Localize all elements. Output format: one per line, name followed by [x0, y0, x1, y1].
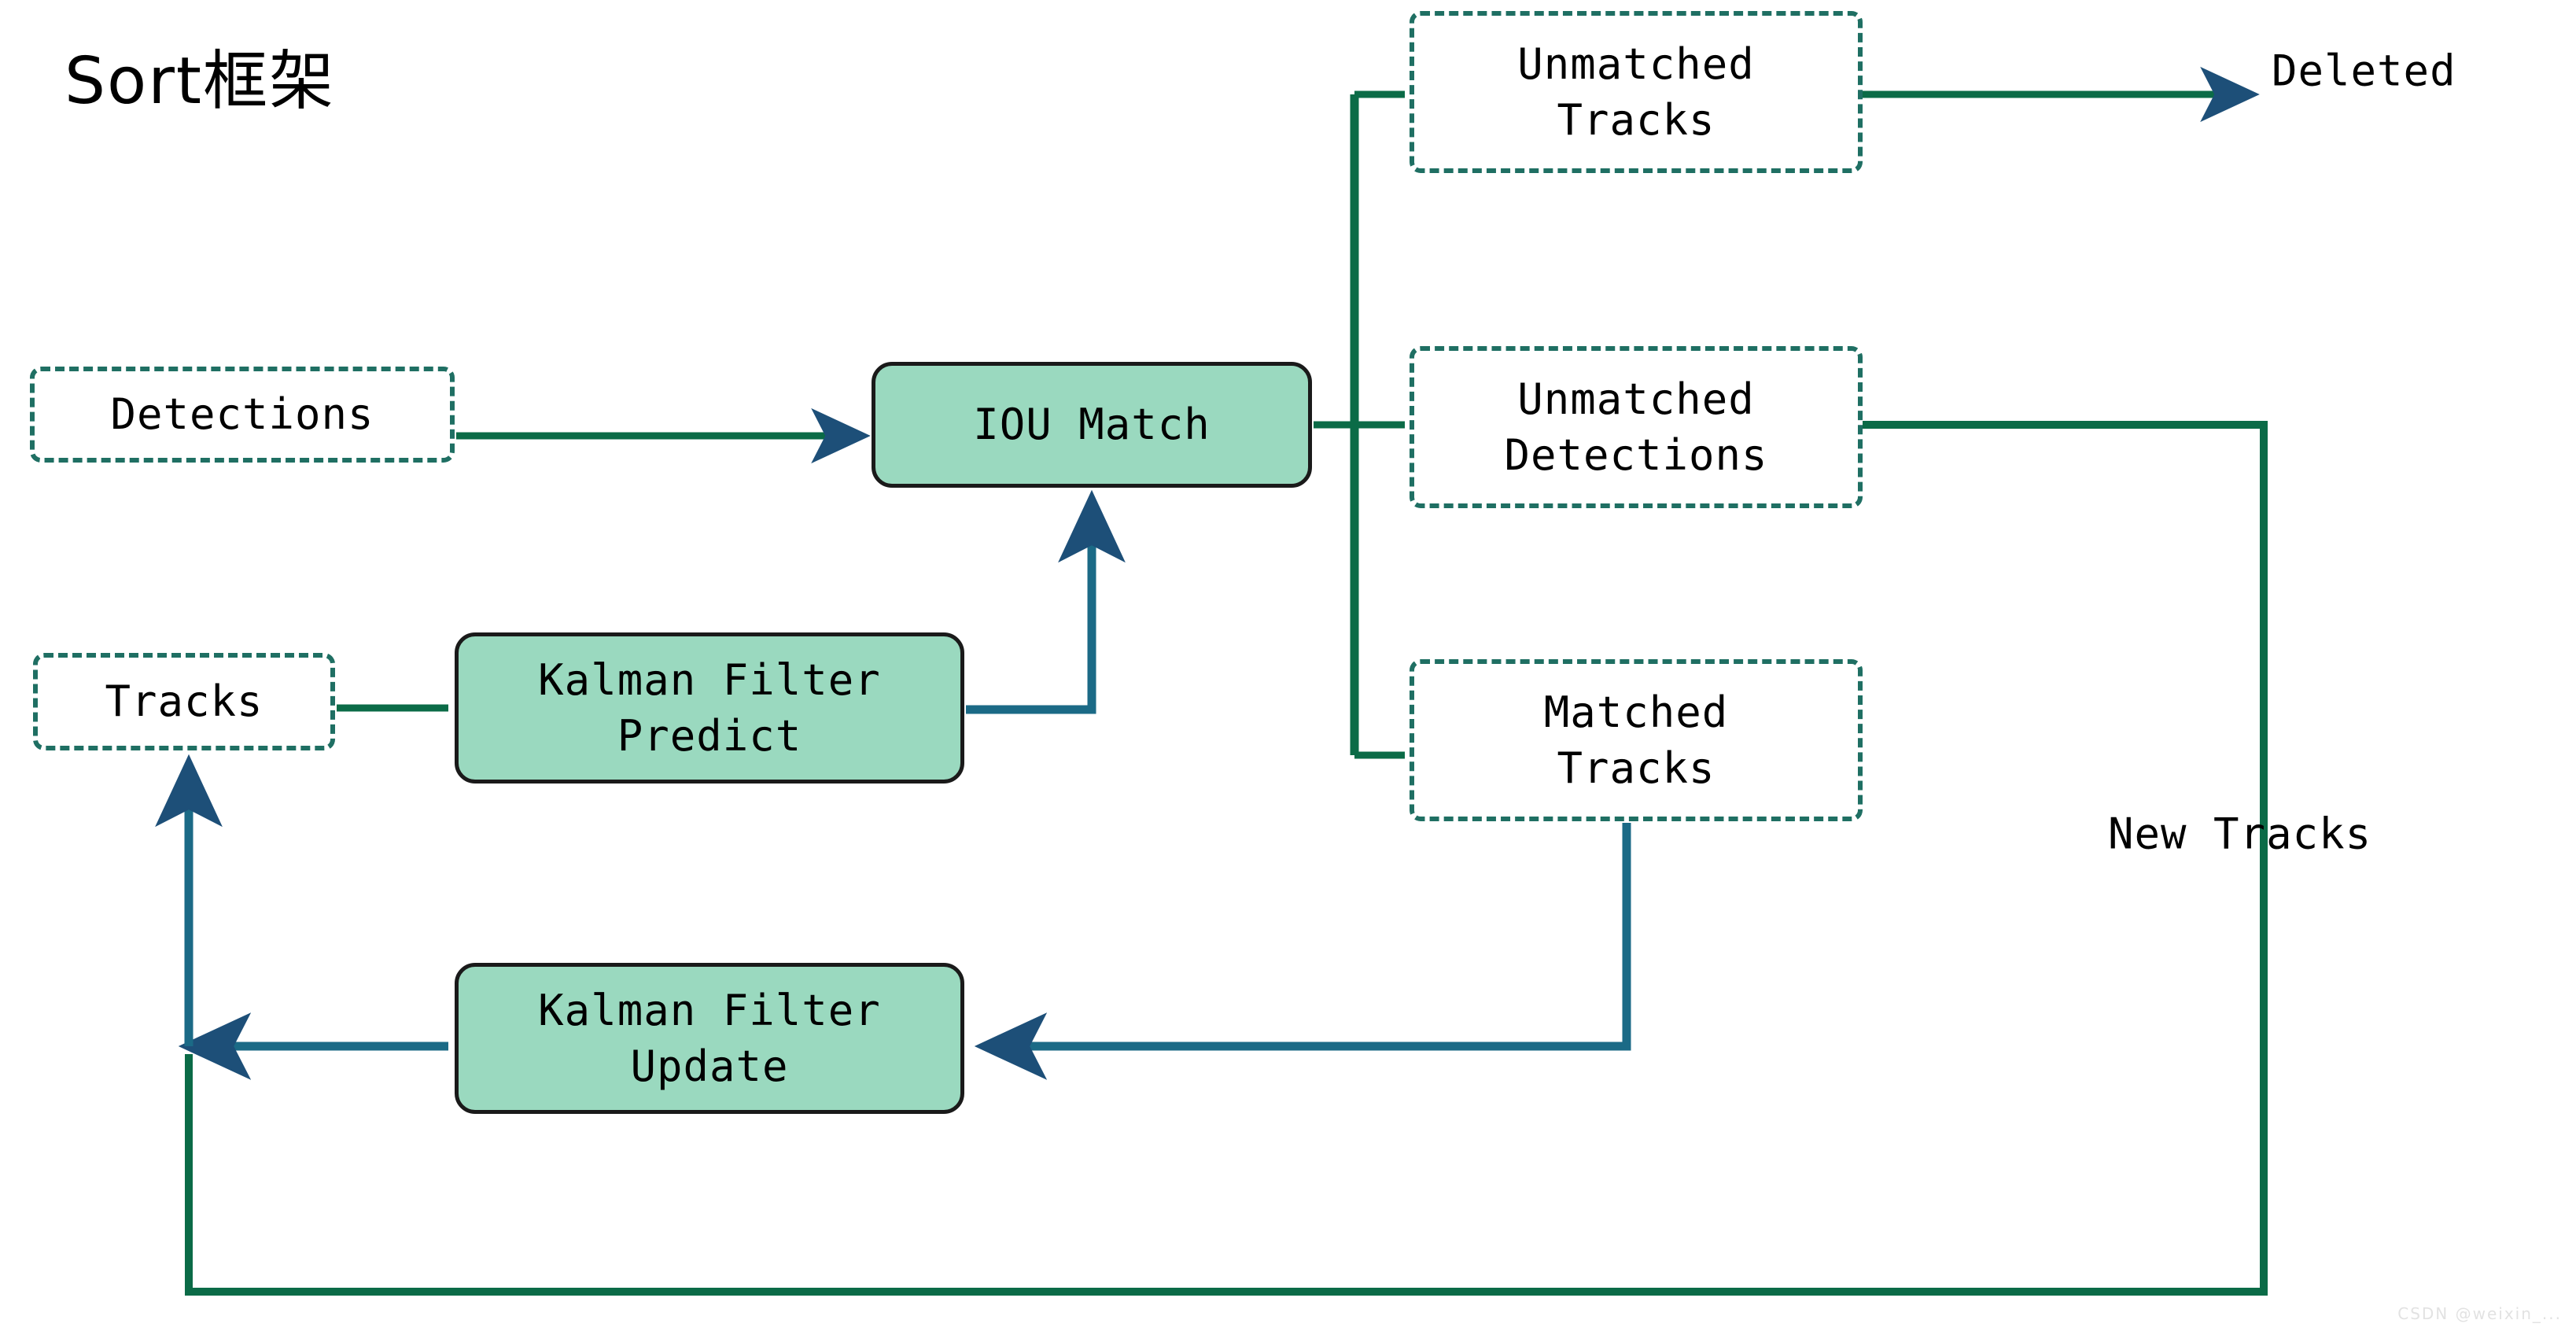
node-tracks-label: Tracks	[105, 677, 263, 727]
node-kalman-update-label: Kalman Filter Update	[538, 985, 881, 1091]
label-new-tracks: New Tracks	[2108, 809, 2371, 859]
edge-predict-to-iou	[966, 489, 1126, 714]
node-kalman-predict[interactable]: Kalman Filter Predict	[455, 632, 964, 783]
node-iou-match[interactable]: IOU Match	[872, 362, 1312, 488]
node-matched-tracks[interactable]: Matched Tracks	[1410, 659, 1863, 821]
watermark: CSDN @weixin_...	[2397, 1304, 2562, 1323]
edge-unmatched-detections-to-new-tracks	[185, 421, 2268, 1296]
node-unmatched-tracks-label: Unmatched Tracks	[1517, 39, 1755, 145]
label-deleted: Deleted	[2272, 46, 2456, 96]
node-kalman-update[interactable]: Kalman Filter Update	[455, 963, 964, 1114]
node-unmatched-detections-label: Unmatched Detections	[1504, 374, 1768, 480]
label-deleted-text: Deleted	[2272, 46, 2456, 96]
node-unmatched-tracks[interactable]: Unmatched Tracks	[1410, 11, 1863, 173]
node-kalman-predict-label: Kalman Filter Predict	[538, 654, 881, 761]
node-detections[interactable]: Detections	[30, 367, 455, 463]
node-tracks[interactable]: Tracks	[33, 653, 335, 750]
label-new-tracks-text: New Tracks	[2108, 809, 2372, 859]
node-unmatched-detections[interactable]: Unmatched Detections	[1410, 346, 1863, 508]
diagram-edges	[155, 66, 2268, 1296]
edge-matched-tracks-to-update	[974, 823, 1631, 1080]
node-matched-tracks-label: Matched Tracks	[1543, 687, 1729, 793]
node-iou-match-label: IOU Match	[973, 400, 1211, 450]
node-detections-label: Detections	[110, 389, 374, 440]
diagram-canvas: Sort框架 Detections IOU Match Unmatched Tr…	[0, 0, 2576, 1331]
page-title: Sort框架	[64, 44, 336, 119]
